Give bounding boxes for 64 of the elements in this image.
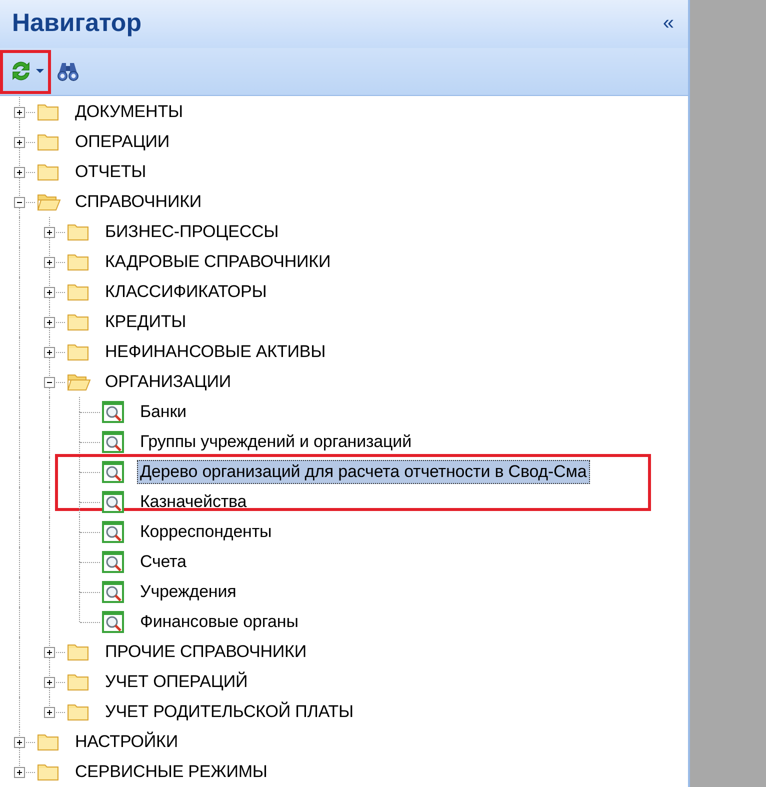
folder-icon — [67, 283, 89, 301]
tree-item[interactable]: ДОКУМЕНТЫ — [72, 100, 186, 124]
tree-item[interactable]: СПРАВОЧНИКИ — [72, 190, 205, 214]
folder-icon — [67, 343, 89, 361]
folder-icon — [37, 163, 59, 181]
expand-toggle[interactable] — [44, 257, 55, 268]
folder-icon — [37, 733, 59, 751]
collapse-toggle[interactable] — [44, 377, 55, 388]
expand-toggle[interactable] — [44, 227, 55, 238]
magnifier-icon — [102, 521, 124, 543]
tree-item[interactable]: ОТЧЕТЫ — [72, 160, 150, 184]
tree-item[interactable]: Финансовые органы — [137, 610, 302, 634]
tree-item[interactable]: КАДРОВЫЕ СПРАВОЧНИКИ — [102, 250, 334, 274]
tree-item[interactable]: КРЕДИТЫ — [102, 310, 190, 334]
tree-item[interactable]: БИЗНЕС-ПРОЦЕССЫ — [102, 220, 282, 244]
folder-icon — [67, 703, 89, 721]
tree-item[interactable]: НЕФИНАНСОВЫЕ АКТИВЫ — [102, 340, 329, 364]
expand-toggle[interactable] — [44, 707, 55, 718]
panel-title: Навигатор — [12, 9, 142, 38]
tree-item[interactable]: Корреспонденты — [137, 520, 275, 544]
caret-icon — [36, 69, 44, 74]
tree-item[interactable]: КЛАССИФИКАТОРЫ — [102, 280, 270, 304]
magnifier-icon — [102, 581, 124, 603]
magnifier-icon — [102, 401, 124, 423]
magnifier-icon — [102, 611, 124, 633]
expand-toggle[interactable] — [14, 107, 25, 118]
tree-item[interactable]: УЧЕТ РОДИТЕЛЬСКОЙ ПЛАТЫ — [102, 700, 356, 724]
folder-icon — [37, 763, 59, 781]
expand-toggle[interactable] — [14, 137, 25, 148]
tree-item[interactable]: УЧЕТ ОПЕРАЦИЙ — [102, 670, 251, 694]
folder-icon — [67, 313, 89, 331]
expand-toggle[interactable] — [14, 767, 25, 778]
expand-toggle[interactable] — [44, 317, 55, 328]
folder-icon — [67, 223, 89, 241]
tree-item[interactable]: Группы учреждений и организаций — [137, 430, 414, 454]
collapse-button[interactable]: « — [658, 12, 678, 36]
folder-icon — [37, 103, 59, 121]
open-folder-icon — [67, 373, 91, 391]
expand-toggle[interactable] — [44, 647, 55, 658]
collapse-toggle[interactable] — [14, 197, 25, 208]
expand-toggle[interactable] — [44, 347, 55, 358]
folder-icon — [37, 133, 59, 151]
expand-toggle[interactable] — [44, 287, 55, 298]
tree-item[interactable]: ОПЕРАЦИИ — [72, 130, 173, 154]
magnifier-icon — [102, 431, 124, 453]
tree-item[interactable]: СЕРВИСНЫЕ РЕЖИМЫ — [72, 760, 270, 784]
expand-toggle[interactable] — [44, 677, 55, 688]
expand-toggle[interactable] — [14, 737, 25, 748]
tree-item[interactable]: ОРГАНИЗАЦИИ — [102, 370, 234, 394]
magnifier-icon — [102, 461, 124, 483]
tree-item[interactable]: Банки — [137, 400, 190, 424]
magnifier-icon — [102, 551, 124, 573]
folder-icon — [67, 253, 89, 271]
folder-icon — [67, 673, 89, 691]
tree-item[interactable]: Казначейства — [137, 490, 250, 514]
expand-toggle[interactable] — [14, 167, 25, 178]
open-folder-icon — [37, 193, 61, 211]
tree-item[interactable]: Учреждения — [137, 580, 240, 604]
magnifier-icon — [102, 491, 124, 513]
tree-item[interactable]: Дерево организаций для расчета отчетности в Свод-Сма — [137, 460, 590, 484]
tree-item[interactable]: НАСТРОЙКИ — [72, 730, 181, 754]
tree-item[interactable]: Счета — [137, 550, 190, 574]
folder-icon — [67, 643, 89, 661]
tree-item[interactable]: ПРОЧИЕ СПРАВОЧНИКИ — [102, 640, 310, 664]
